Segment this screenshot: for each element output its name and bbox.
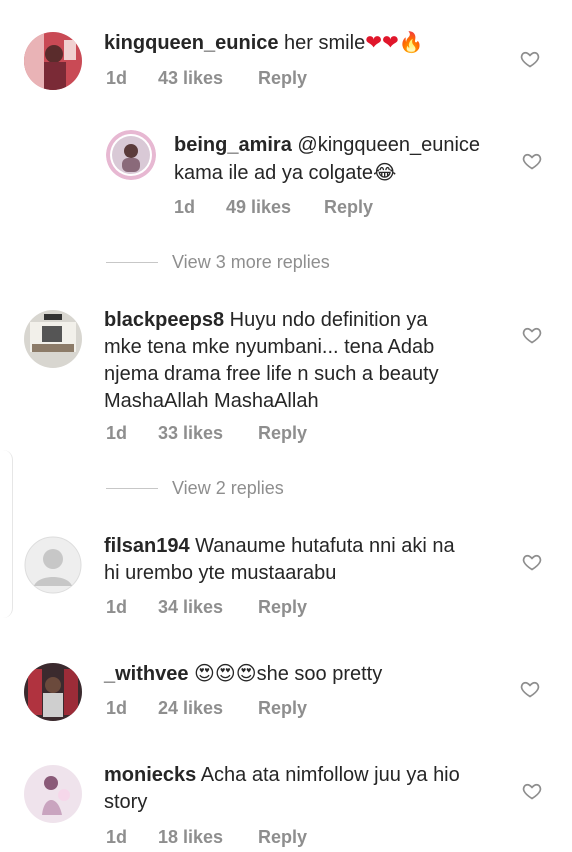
- username[interactable]: being_amira: [174, 134, 292, 156]
- comment-time: 1d: [174, 197, 196, 217]
- divider: [106, 488, 158, 489]
- comment-text: _withvee 😍😍😍she soo pretty: [104, 661, 383, 685]
- heart-outline-icon[interactable]: [522, 325, 542, 345]
- view-replies-label[interactable]: View 2 replies: [172, 478, 284, 499]
- fire-emoji: 🔥: [398, 30, 424, 54]
- view-replies[interactable]: View 2 replies: [106, 478, 284, 499]
- comment-text-line: hi urembo yte mustaarabu: [104, 562, 337, 584]
- comment-meta: 1d 34 likes Reply: [106, 597, 307, 618]
- likes-count[interactable]: 18 likes: [158, 827, 258, 848]
- heart-outline-icon[interactable]: [520, 49, 540, 69]
- comment-text-line: mke tena mke nyumbani... tena Adab: [104, 336, 435, 358]
- default-avatar[interactable]: [24, 536, 82, 594]
- view-more-label[interactable]: View 3 more replies: [172, 252, 330, 273]
- comment-text: being_amira @kingqueen_eunice: [174, 132, 480, 159]
- avatar[interactable]: [24, 765, 82, 823]
- comment-text-line: MashaAllah MashaAllah: [104, 390, 319, 412]
- username[interactable]: moniecks: [104, 764, 196, 786]
- comment-text: moniecks Acha ata nimfollow juu ya hio: [104, 764, 460, 786]
- likes-count[interactable]: 34 likes: [158, 597, 258, 618]
- comment-meta: 1d 43 likes Reply: [106, 68, 307, 89]
- reply-button[interactable]: Reply: [258, 68, 307, 89]
- username[interactable]: filsan194: [104, 535, 190, 557]
- reply-button[interactable]: Reply: [258, 423, 307, 444]
- heart-outline-icon[interactable]: [520, 679, 540, 699]
- side-panel-edge: [0, 450, 13, 618]
- comment-meta: 1d 33 likes Reply: [106, 423, 307, 444]
- comment-text: kingqueen_eunice her smile❤❤🔥: [104, 30, 424, 54]
- likes-count[interactable]: 24 likes: [158, 698, 258, 719]
- comment-meta: 1d 49 likes Reply: [174, 197, 373, 218]
- comment-text-line: njema drama free life n such a beauty: [104, 363, 439, 385]
- username[interactable]: kingqueen_eunice: [104, 32, 279, 54]
- comment-time: 1d: [106, 698, 128, 718]
- comment-meta: 1d 18 likes Reply: [106, 827, 307, 848]
- divider: [106, 262, 158, 263]
- avatar[interactable]: [24, 32, 82, 90]
- reply-button[interactable]: Reply: [258, 698, 307, 719]
- laughing-emoji: 😂: [373, 160, 397, 184]
- view-more-replies[interactable]: View 3 more replies: [106, 252, 330, 273]
- heart-emoji: ❤❤: [365, 30, 399, 54]
- comment-text: blackpeeps8 Huyu ndo definition ya: [104, 309, 428, 331]
- reply-button[interactable]: Reply: [324, 197, 373, 218]
- comment-time: 1d: [106, 827, 128, 847]
- likes-count[interactable]: 33 likes: [158, 423, 258, 444]
- comment-time: 1d: [106, 423, 128, 443]
- username[interactable]: blackpeeps8: [104, 309, 224, 331]
- mention-link[interactable]: @kingqueen_eunice: [292, 134, 480, 156]
- avatar[interactable]: [106, 130, 156, 180]
- heart-outline-icon[interactable]: [522, 781, 542, 801]
- reply-button[interactable]: Reply: [258, 597, 307, 618]
- comment-text-line: kama ile ad ya colgate😂: [174, 160, 397, 184]
- heart-outline-icon[interactable]: [522, 151, 542, 171]
- comment-text-line: story: [104, 791, 148, 813]
- comment-time: 1d: [106, 597, 128, 617]
- comment-meta: 1d 24 likes Reply: [106, 698, 307, 719]
- likes-count[interactable]: 49 likes: [226, 197, 324, 218]
- avatar[interactable]: [24, 663, 82, 721]
- comment-time: 1d: [106, 68, 128, 88]
- likes-count[interactable]: 43 likes: [158, 68, 258, 89]
- reply-button[interactable]: Reply: [258, 827, 307, 848]
- heart-eyes-emoji: 😍😍😍: [194, 661, 257, 685]
- comment-text: filsan194 Wanaume hutafuta nni aki na: [104, 535, 455, 557]
- heart-outline-icon[interactable]: [522, 552, 542, 572]
- username[interactable]: _withvee: [104, 663, 188, 685]
- avatar[interactable]: [24, 310, 82, 368]
